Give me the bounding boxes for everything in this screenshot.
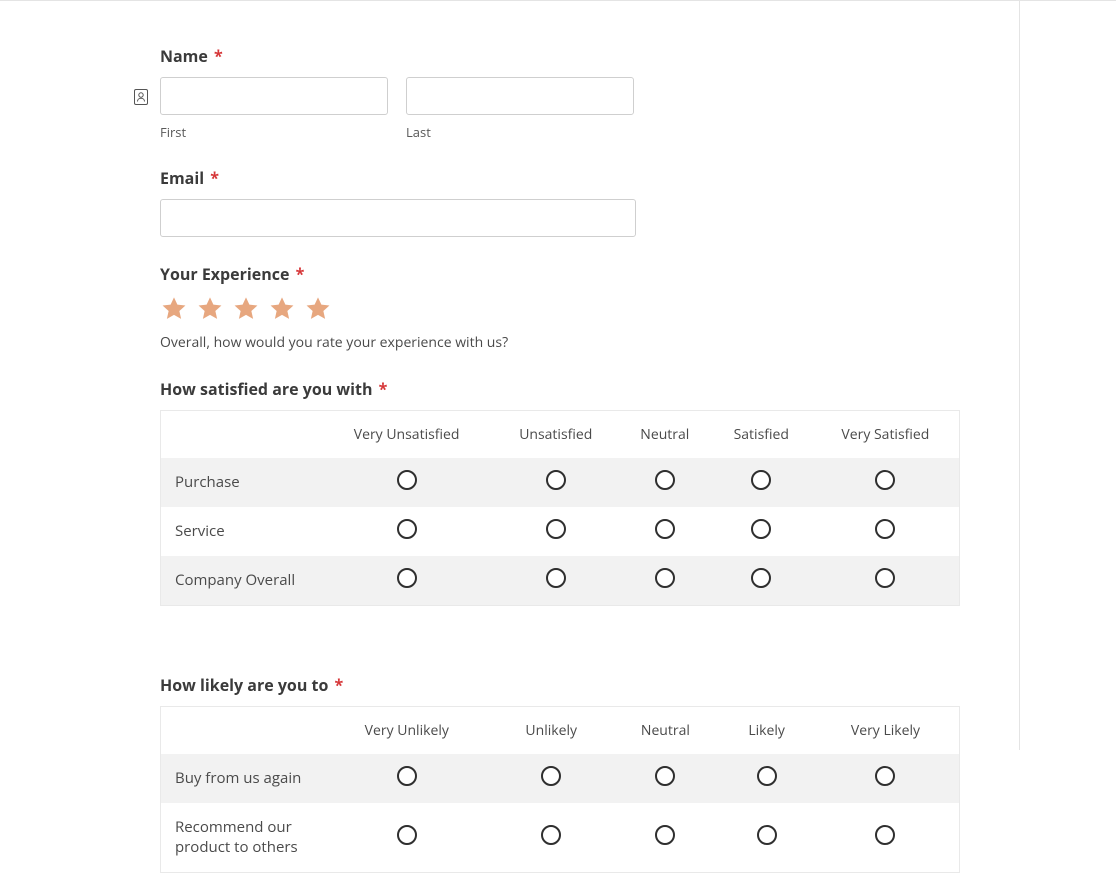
radio-option[interactable] <box>546 470 566 490</box>
row-label: Buy from us again <box>161 754 321 803</box>
radio-option[interactable] <box>397 519 417 539</box>
table-row: Recommend our product to others <box>161 803 960 872</box>
col-header: Satisfied <box>711 411 812 459</box>
col-header: Very Unsatisfied <box>321 411 493 459</box>
row-label: Purchase <box>161 458 321 507</box>
email-field: Email * <box>160 167 960 237</box>
radio-option[interactable] <box>751 470 771 490</box>
satisfaction-table: Very Unsatisfied Unsatisfied Neutral Sat… <box>160 410 960 606</box>
last-name-sublabel: Last <box>406 123 634 141</box>
star-icon[interactable] <box>268 295 296 323</box>
radio-option[interactable] <box>655 470 675 490</box>
col-header: Very Satisfied <box>812 411 960 459</box>
email-label-text: Email <box>160 167 204 189</box>
radio-option[interactable] <box>875 519 895 539</box>
col-header: Likely <box>721 707 812 755</box>
satisfaction-field: How satisfied are you with * Very Unsati… <box>160 378 960 606</box>
col-header: Neutral <box>619 411 711 459</box>
last-name-input[interactable] <box>406 77 634 115</box>
table-row: Buy from us again <box>161 754 960 803</box>
experience-hint: Overall, how would you rate your experie… <box>160 333 960 352</box>
name-label-text: Name <box>160 45 208 67</box>
form-content: Name * First Las <box>160 45 960 873</box>
likelihood-table: Very Unlikely Unlikely Neutral Likely Ve… <box>160 706 960 873</box>
radio-option[interactable] <box>655 568 675 588</box>
likelihood-field: How likely are you to * Very Unlikely Un… <box>160 674 960 873</box>
contact-autofill-icon <box>134 88 148 110</box>
experience-label-text: Your Experience <box>160 263 289 285</box>
radio-option[interactable] <box>546 568 566 588</box>
email-label: Email * <box>160 167 960 189</box>
star-icon[interactable] <box>304 295 332 323</box>
first-name-input[interactable] <box>160 77 388 115</box>
radio-option[interactable] <box>541 766 561 786</box>
name-label: Name * <box>160 45 960 67</box>
star-icon[interactable] <box>160 295 188 323</box>
radio-option[interactable] <box>751 568 771 588</box>
email-input[interactable] <box>160 199 636 237</box>
col-header: Very Unlikely <box>321 707 494 755</box>
required-marker: * <box>379 378 388 400</box>
row-label: Service <box>161 507 321 556</box>
experience-field: Your Experience * Overall, how would you… <box>160 263 960 352</box>
radio-option[interactable] <box>875 766 895 786</box>
radio-option[interactable] <box>397 568 417 588</box>
table-row: Purchase <box>161 458 960 507</box>
radio-option[interactable] <box>655 825 675 845</box>
required-marker: * <box>296 263 305 285</box>
table-row: Company Overall <box>161 556 960 606</box>
radio-option[interactable] <box>875 568 895 588</box>
col-header: Unsatisfied <box>493 411 619 459</box>
col-header: Unlikely <box>493 707 609 755</box>
star-rating[interactable] <box>160 295 960 323</box>
radio-option[interactable] <box>875 470 895 490</box>
radio-option[interactable] <box>397 470 417 490</box>
table-row: Service <box>161 507 960 556</box>
likelihood-label: How likely are you to * <box>160 674 960 696</box>
star-icon[interactable] <box>232 295 260 323</box>
right-divider <box>1019 1 1020 750</box>
radio-option[interactable] <box>541 825 561 845</box>
satisfaction-label: How satisfied are you with * <box>160 378 960 400</box>
radio-option[interactable] <box>397 825 417 845</box>
col-header: Very Likely <box>812 707 960 755</box>
col-header: Neutral <box>609 707 721 755</box>
required-marker: * <box>214 45 223 67</box>
radio-option[interactable] <box>757 825 777 845</box>
radio-option[interactable] <box>757 766 777 786</box>
radio-option[interactable] <box>655 766 675 786</box>
row-label: Company Overall <box>161 556 321 606</box>
radio-option[interactable] <box>397 766 417 786</box>
row-label: Recommend our product to others <box>161 803 321 872</box>
required-marker: * <box>335 674 344 696</box>
satisfaction-label-text: How satisfied are you with <box>160 378 372 400</box>
likelihood-label-text: How likely are you to <box>160 674 328 696</box>
page: Name * First Las <box>0 0 1116 750</box>
first-name-sublabel: First <box>160 123 388 141</box>
name-field: Name * First Las <box>160 45 960 141</box>
radio-option[interactable] <box>875 825 895 845</box>
required-marker: * <box>210 167 219 189</box>
experience-label: Your Experience * <box>160 263 960 285</box>
radio-option[interactable] <box>655 519 675 539</box>
radio-option[interactable] <box>546 519 566 539</box>
radio-option[interactable] <box>751 519 771 539</box>
star-icon[interactable] <box>196 295 224 323</box>
